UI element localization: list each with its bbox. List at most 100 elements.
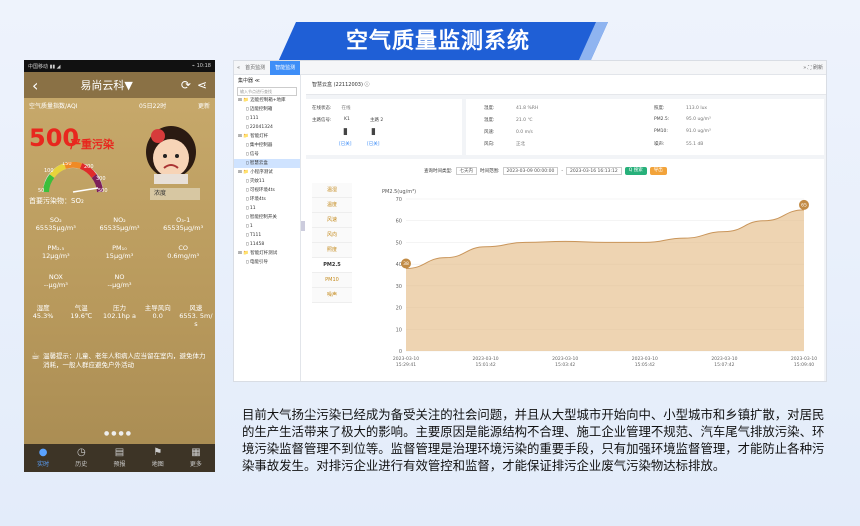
y-axis-label: PM2.5(ug/m³) <box>382 189 416 195</box>
weather-name: 湿度 <box>36 304 50 312</box>
pollutant-row: NOX --μg/m³ NO --μg/m³ <box>24 273 215 289</box>
carrier-text: 中国移动 ▮▮ ◢ <box>28 63 61 70</box>
end-time-input[interactable]: 2023-03-16 16:13:12 <box>565 167 622 175</box>
pollutant-cell: NOX --μg/m³ <box>24 273 88 289</box>
tree-node[interactable]: ▯ 信号 <box>234 150 300 159</box>
search-button[interactable]: Q 搜索 <box>624 167 647 175</box>
tab-label: 地图 <box>151 461 164 468</box>
concentration-toggle[interactable]: 浓度 <box>150 188 200 200</box>
reading-label: 湿度: <box>484 106 495 111</box>
tab-realtime[interactable]: ● 实时 <box>24 444 62 472</box>
start-time-input[interactable]: 2023-03-09 00:00:00 <box>502 167 559 175</box>
switch-k1-icon[interactable]: ▮ <box>343 127 348 137</box>
time-type-select[interactable]: 七天内 <box>455 167 478 175</box>
reading-label: 风速: <box>484 130 495 135</box>
tree-node[interactable]: ▯ 环境4ts <box>234 195 300 204</box>
tree-node[interactable]: ⊟ 📁 小程序测试 <box>234 168 300 177</box>
sensor-reading: PM2.5: 95.0 ug/m³ <box>654 117 711 122</box>
pollutant-name: NO <box>114 273 125 281</box>
sidebar-collapse-handle[interactable] <box>301 221 305 231</box>
web-app-screenshot: « 首页监测 智能监测 » ⛶ 刷新 集中器 ≪ 输入节点进行查找 ⊟ 📁 迈能… <box>233 60 827 382</box>
tree-node[interactable]: ▯ 集中控制器 <box>234 141 300 150</box>
metric-tab[interactable]: 噪声 <box>312 288 352 303</box>
tree-node[interactable]: ▯ 迈能控制箱 <box>234 105 300 114</box>
pollutant-value: 65535μg/m³ <box>35 224 76 232</box>
reading-label: PM10: <box>654 129 668 134</box>
tree-node[interactable]: ⊟ 📁 迈能控制箱+地库 <box>234 96 300 105</box>
metric-tab[interactable]: 风向 <box>312 228 352 243</box>
tree-search-input[interactable]: 输入节点进行查找 <box>237 87 297 96</box>
tab-home-monitor[interactable]: 首页监测 <box>240 61 270 75</box>
tree-node[interactable]: ▯ 1 <box>234 222 300 231</box>
pollutant-cell: NO₂ 65535μg/m³ <box>88 216 152 232</box>
tree-node[interactable]: ▯ 电能引导 <box>234 258 300 267</box>
tree-node[interactable]: ▯ 智慧云盒 <box>234 159 300 168</box>
tree-node[interactable]: ▯ 智能控制开关 <box>234 213 300 222</box>
device-tree: ⊟ 📁 迈能控制箱+地库 ▯ 迈能控制箱 ▯ 111 ▯ 22041324 ⊟ 📁 智能… <box>234 96 300 267</box>
tree-node[interactable]: ▯ 11 <box>234 204 300 213</box>
k1-button[interactable]: [已关] <box>339 141 352 147</box>
reading-value: 113.0 lux <box>686 106 708 111</box>
tab-label: 历史 <box>75 461 88 468</box>
metric-tab[interactable]: 风速 <box>312 213 352 228</box>
tab-history[interactable]: ◷ 历史 <box>62 444 100 472</box>
tab-smart-monitor[interactable]: 智能监测 <box>270 61 301 75</box>
gauge-tick: 100 <box>44 168 54 174</box>
y-tick-label: 60 <box>396 219 402 225</box>
tab-forecast[interactable]: ▤ 预报 <box>100 444 138 472</box>
reading-value: 41.8 %RH <box>516 106 539 111</box>
x-tick-label: 2023-03-10 15:29:41 <box>393 356 419 368</box>
share-icon[interactable]: ⋖ <box>197 78 207 92</box>
title-banner: 空气质量监测系统 <box>278 22 608 62</box>
tip-text: 温馨提示：儿童、老年人和病人应当留在室内，避免体力消耗，一般人群应避免户外活动 <box>43 352 206 369</box>
weather-name: 主导风向 <box>144 304 171 312</box>
weather-value: 19.6℃ <box>70 312 93 320</box>
marker-label: 65 <box>801 202 807 208</box>
history-chart-panel: 查询时间类型: 七天内 时间范围: 2023-03-09 00:00:00 - … <box>306 159 824 381</box>
info-icon[interactable]: ⓘ <box>365 82 370 88</box>
metric-tab[interactable]: 照度 <box>312 243 352 258</box>
tree-node[interactable]: ⊟ 📁 智能灯杆 <box>234 132 300 141</box>
metric-tab[interactable]: 温度 <box>312 198 352 213</box>
cup-icon: ☕ <box>31 351 40 362</box>
status-label: 在线状态: <box>312 106 332 111</box>
device-tree-sidebar: 集中器 ≪ 输入节点进行查找 ⊟ 📁 迈能控制箱+地库 ▯ 迈能控制箱 ▯ 111 ▯… <box>234 75 301 381</box>
pollutant-cell: PM₂.₅ 12μg/m³ <box>24 244 88 260</box>
tab-label: 实时 <box>37 461 50 468</box>
clock-text: ⌁ 10:18 <box>191 63 211 69</box>
device-title: 智慧云盒 (22112003) <box>312 82 363 88</box>
pollutant-cell: O₃-1 65535μg/m³ <box>151 216 215 232</box>
back-arrow-icon[interactable]: ‹ <box>32 76 38 95</box>
k2-button[interactable]: [已关] <box>367 141 380 147</box>
update-link[interactable]: 更新 <box>198 101 210 110</box>
aqi-time: 05日22时 <box>139 103 167 110</box>
metric-tab[interactable]: 温湿 <box>312 183 352 198</box>
query-filter: 查询时间类型: 七天内 时间范围: 2023-03-09 00:00:00 - … <box>424 167 667 175</box>
reading-label: 噪声: <box>654 142 665 147</box>
tree-node[interactable]: ▯ 22041324 <box>234 123 300 132</box>
reading-label: PM2.5: <box>654 117 670 122</box>
sidebar-title[interactable]: 集中器 ≪ <box>234 75 300 87</box>
status-value: 在线 <box>341 106 351 111</box>
pollutant-cell <box>151 273 215 289</box>
tree-node[interactable]: ▯ T111 <box>234 231 300 240</box>
gauge-tick: 200 <box>84 164 94 170</box>
tree-node[interactable]: ▯ 11458 <box>234 240 300 249</box>
switch-k2-icon[interactable]: ▮ <box>371 127 376 137</box>
refresh-icon[interactable]: ⟳ <box>181 78 191 92</box>
page-indicator: ●●●● <box>104 430 133 437</box>
device-header: 智慧云盒 (22112003) ⓘ <box>306 75 826 95</box>
export-button[interactable]: 导出 <box>649 167 667 175</box>
area-fill <box>406 209 804 351</box>
tree-node[interactable]: ▯ 111 <box>234 114 300 123</box>
tab-more[interactable]: ▦ 更多 <box>177 444 215 472</box>
refresh-controls[interactable]: » ⛶ 刷新 <box>803 64 823 71</box>
history-icon: ◷ <box>76 447 86 458</box>
tree-node[interactable]: ⊟ 📁 智能灯杆测试 <box>234 249 300 258</box>
nav-title[interactable]: 易尚云科▼ <box>80 77 132 93</box>
tree-node[interactable]: ▯ 灭蚊11 <box>234 177 300 186</box>
tree-node[interactable]: ▯ 可视环境4ts <box>234 186 300 195</box>
metric-tab[interactable]: PM10 <box>312 273 352 288</box>
tab-map[interactable]: ⚑ 地图 <box>139 444 177 472</box>
metric-tab[interactable]: PM2.5 <box>312 258 352 273</box>
